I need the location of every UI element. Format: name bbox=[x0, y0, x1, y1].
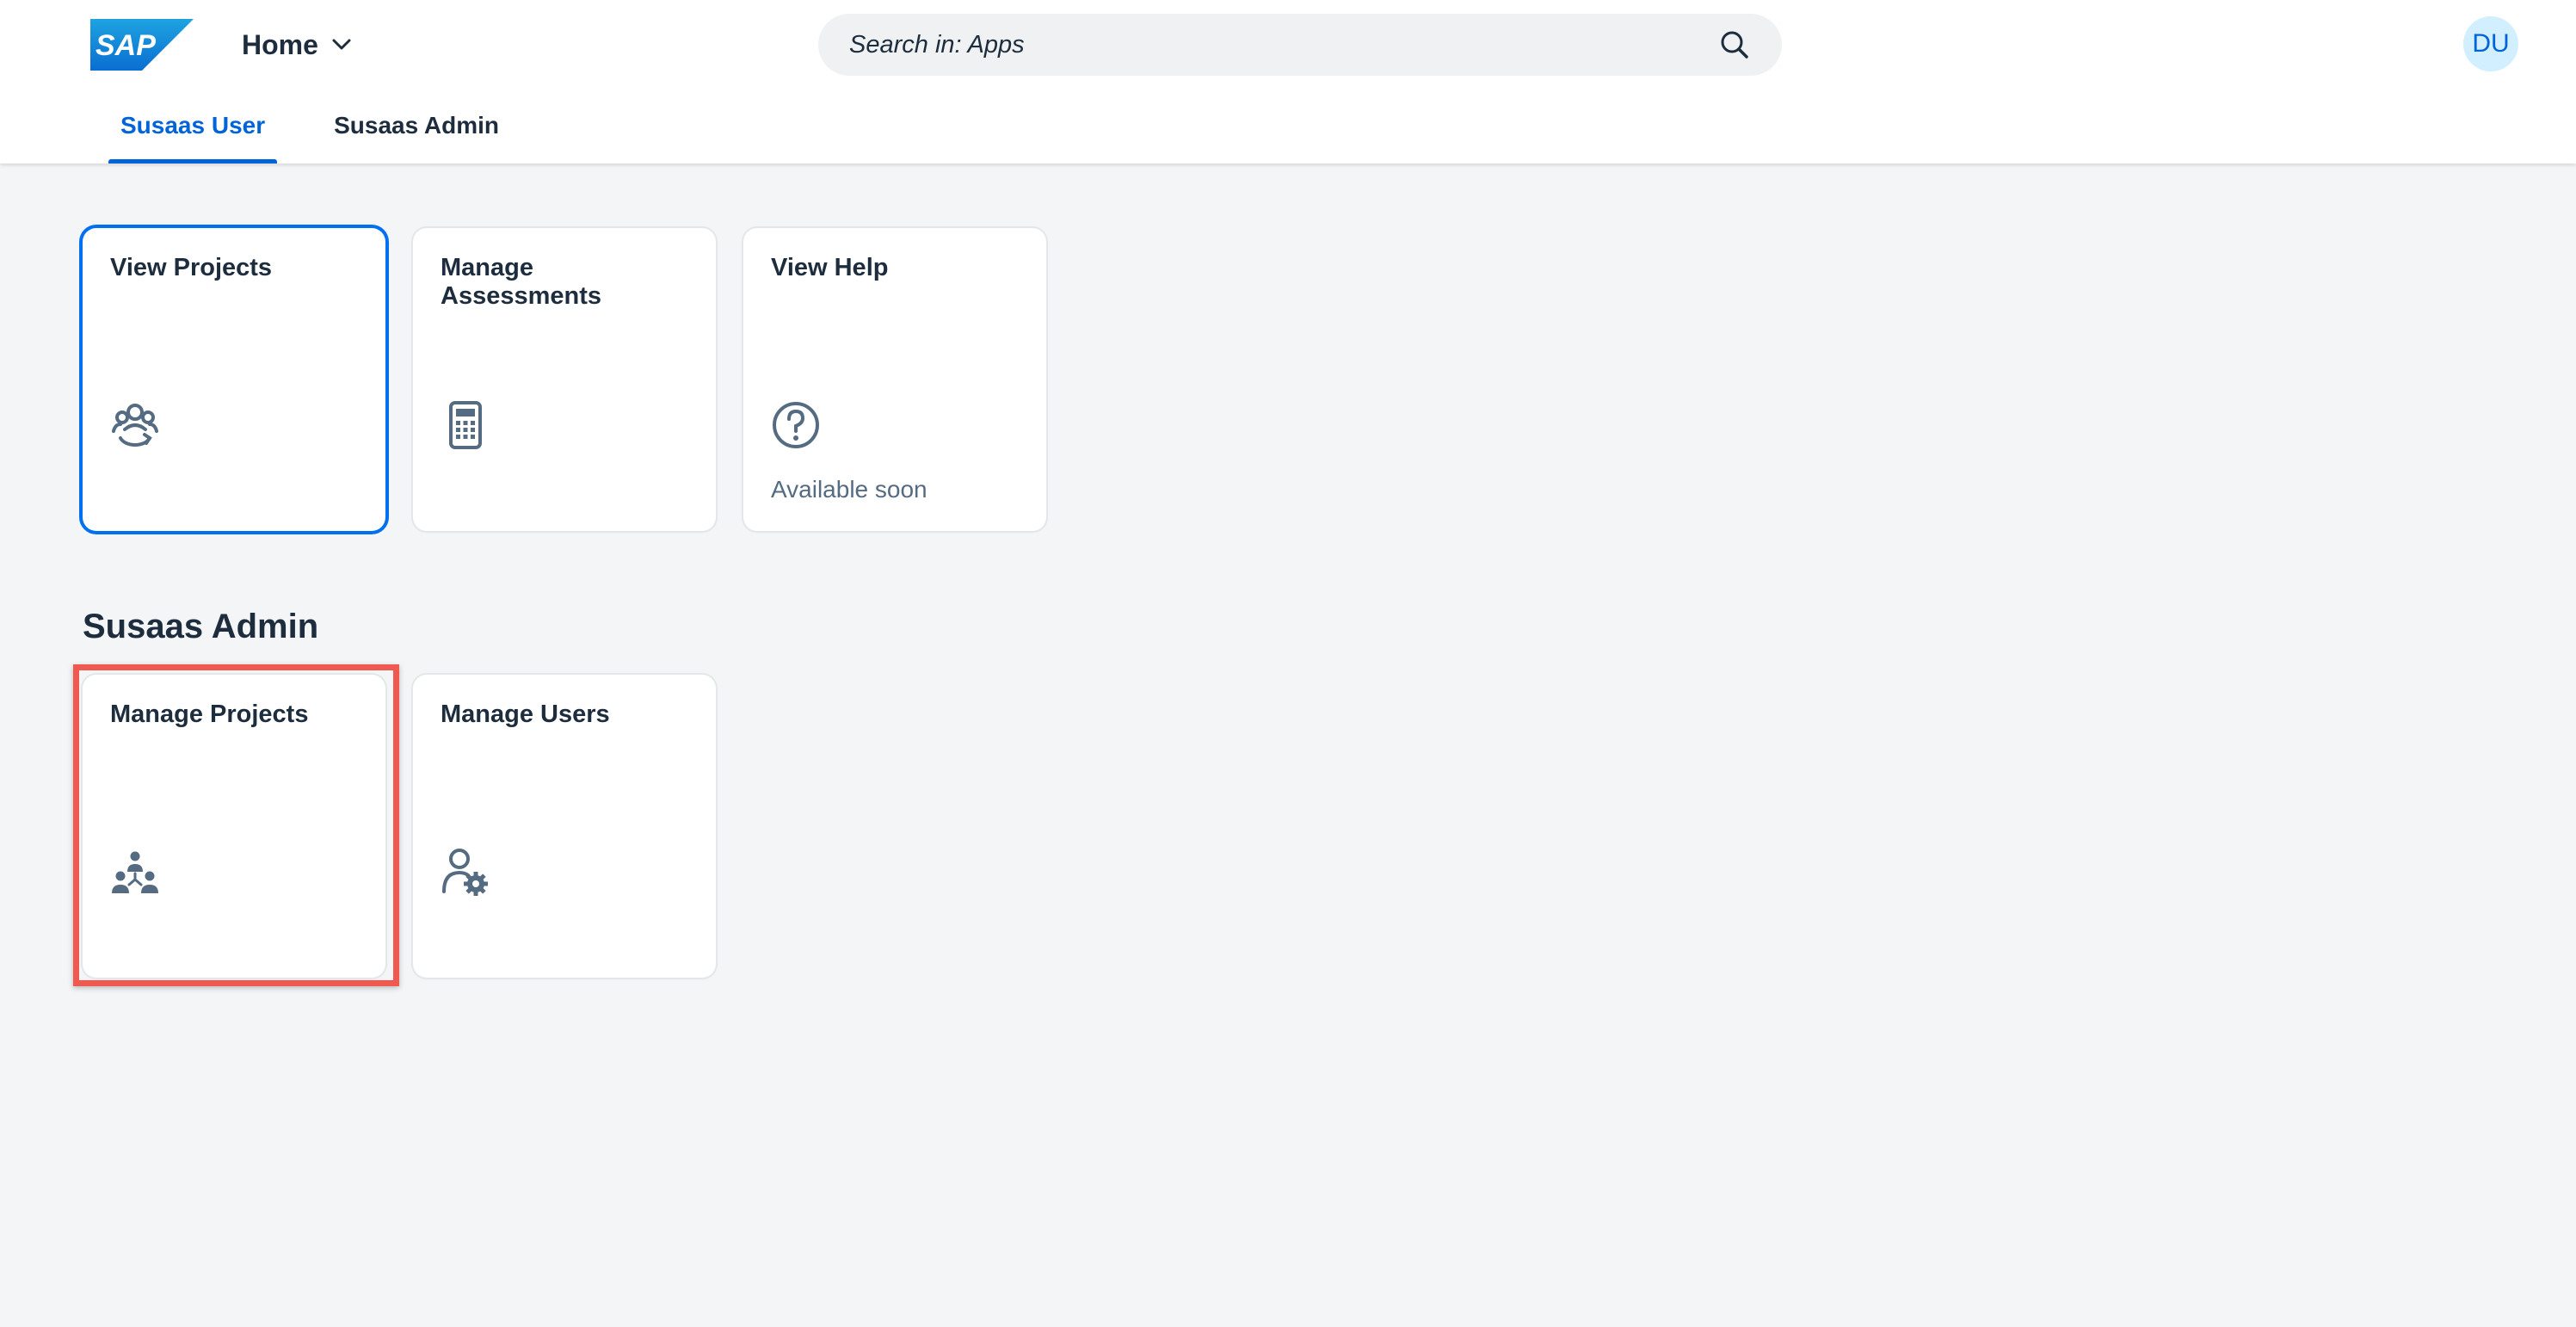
org-people-icon bbox=[112, 851, 158, 893]
tile-title: Manage Assessments bbox=[441, 254, 601, 310]
tile-view-help[interactable]: View Help Available soon bbox=[743, 228, 1046, 531]
chevron-down-icon bbox=[332, 39, 351, 50]
tab-susaas-admin[interactable]: Susaas Admin bbox=[322, 100, 511, 164]
tile-title: Manage Projects bbox=[110, 701, 309, 728]
space-tabs: Susaas User Susaas Admin bbox=[108, 100, 556, 164]
tile-title: View Projects bbox=[110, 254, 273, 281]
tile-footer: Available soon bbox=[771, 476, 927, 503]
question-icon bbox=[773, 402, 819, 448]
home-label: Home bbox=[242, 28, 318, 60]
tile-view-projects[interactable]: View Projects bbox=[83, 228, 385, 531]
search-icon[interactable] bbox=[1718, 28, 1751, 61]
group-refresh-icon bbox=[112, 404, 158, 447]
section-title: Susaas Admin bbox=[83, 608, 319, 645]
tab-susaas-user[interactable]: Susaas User bbox=[108, 100, 278, 164]
tile-manage-users[interactable]: Manage Users bbox=[413, 675, 716, 978]
search-field[interactable]: Search in: Apps bbox=[818, 14, 1782, 76]
sap-logo[interactable]: SAP bbox=[90, 19, 194, 71]
tile-title: View Help bbox=[771, 254, 889, 281]
user-settings-icon bbox=[442, 849, 488, 896]
home-menu-button[interactable]: Home bbox=[242, 26, 351, 64]
tile-title: Manage Users bbox=[441, 701, 610, 728]
user-avatar[interactable]: DU bbox=[2463, 16, 2518, 71]
sap-logo-text: SAP bbox=[96, 29, 156, 62]
tile-manage-assessments[interactable]: Manage Assessments bbox=[413, 228, 716, 531]
shell-bar: SAP Home Search in: Apps DU Susaas User … bbox=[0, 0, 2576, 164]
tile-manage-projects[interactable]: Manage Projects bbox=[83, 675, 385, 978]
search-input[interactable]: Search in: Apps bbox=[849, 31, 1718, 59]
calculator-icon bbox=[449, 401, 482, 449]
